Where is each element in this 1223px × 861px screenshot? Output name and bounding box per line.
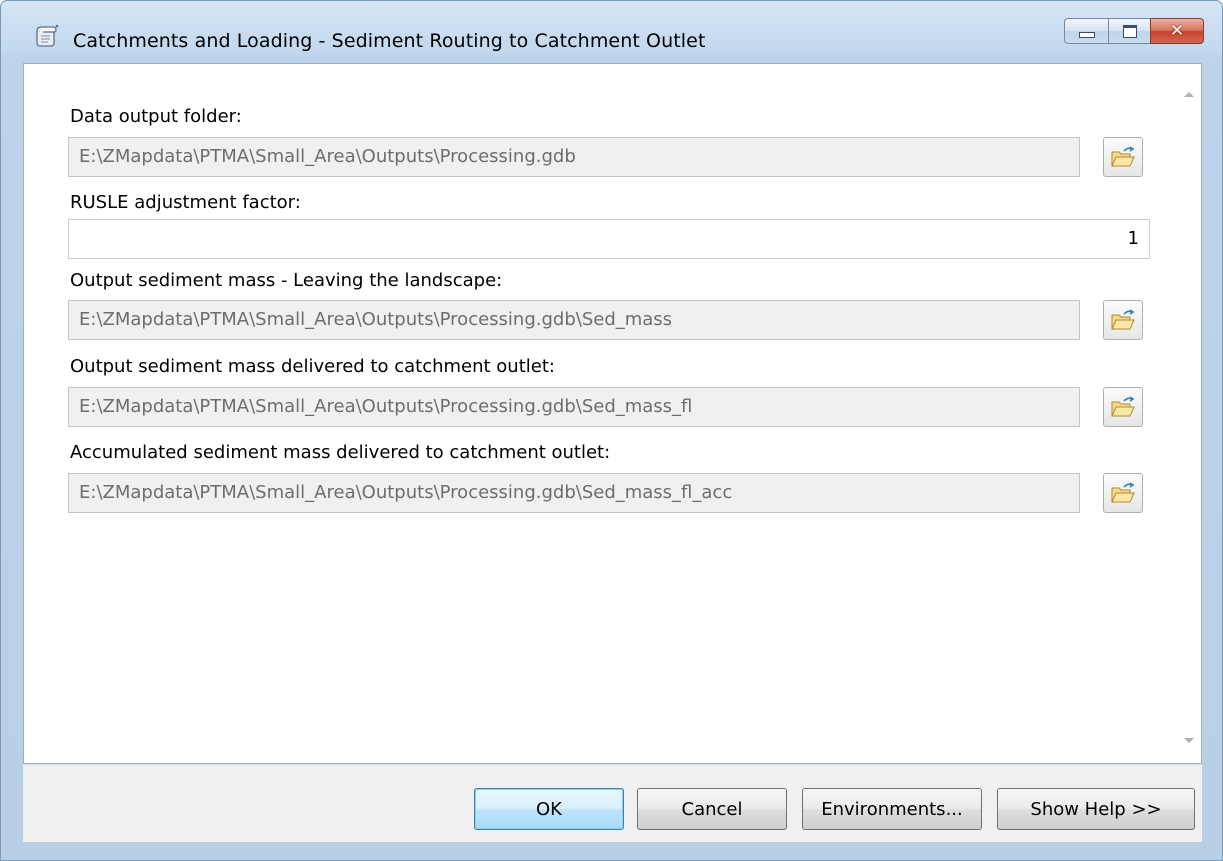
maximize-button[interactable]: [1108, 18, 1150, 44]
environments-button[interactable]: Environments...: [802, 788, 982, 830]
toolbox-script-icon: [36, 24, 59, 47]
open-folder-icon: [1111, 482, 1135, 503]
dialog-window: Catchments and Loading - Sediment Routin…: [0, 0, 1223, 861]
browse-button-data-output-folder[interactable]: [1103, 137, 1143, 177]
close-icon: ✕: [1169, 20, 1185, 41]
open-folder-icon: [1111, 146, 1135, 167]
scroll-down-arrow-icon[interactable]: [1184, 738, 1194, 743]
parameters-panel: Data output folder: E:\ZMapdata\PTMA\Sma…: [23, 63, 1202, 764]
minimize-button[interactable]: [1064, 18, 1108, 44]
caption-buttons: ✕: [1064, 18, 1204, 44]
output-sediment-mass-delivered-field[interactable]: E:\ZMapdata\PTMA\Small_Area\Outputs\Proc…: [68, 387, 1080, 427]
param-label-output-sediment-mass-leaving: Output sediment mass - Leaving the lands…: [70, 270, 503, 291]
minimize-icon: [1078, 32, 1095, 38]
open-folder-icon: [1111, 396, 1135, 417]
window-title: Catchments and Loading - Sediment Routin…: [73, 30, 706, 52]
cancel-button[interactable]: Cancel: [637, 788, 787, 830]
output-sediment-mass-leaving-field[interactable]: E:\ZMapdata\PTMA\Small_Area\Outputs\Proc…: [68, 300, 1080, 340]
dialog-button-bar: OK Cancel Environments... Show Help >>: [23, 764, 1202, 842]
param-label-data-output-folder: Data output folder:: [70, 106, 242, 127]
show-help-button[interactable]: Show Help >>: [997, 788, 1195, 830]
param-label-rusle-adjustment-factor: RUSLE adjustment factor:: [70, 192, 301, 213]
parameter-list: Data output folder: E:\ZMapdata\PTMA\Sma…: [24, 64, 1175, 763]
browse-button-output-sediment-mass-delivered[interactable]: [1103, 387, 1143, 427]
accumulated-sediment-mass-field[interactable]: E:\ZMapdata\PTMA\Small_Area\Outputs\Proc…: [68, 473, 1080, 513]
ok-button[interactable]: OK: [474, 788, 624, 830]
open-folder-icon: [1111, 309, 1135, 330]
scroll-up-arrow-icon[interactable]: [1184, 92, 1194, 97]
browse-button-accumulated-sediment-mass[interactable]: [1103, 473, 1143, 513]
param-label-accumulated-sediment-mass: Accumulated sediment mass delivered to c…: [70, 442, 611, 463]
close-button[interactable]: ✕: [1150, 18, 1204, 44]
title-bar[interactable]: Catchments and Loading - Sediment Routin…: [1, 1, 1222, 61]
param-label-output-sediment-mass-delivered: Output sediment mass delivered to catchm…: [70, 356, 555, 377]
vertical-scrollbar[interactable]: [1177, 64, 1201, 763]
data-output-folder-field[interactable]: E:\ZMapdata\PTMA\Small_Area\Outputs\Proc…: [68, 137, 1080, 177]
browse-button-output-sediment-mass-leaving[interactable]: [1103, 300, 1143, 340]
rusle-adjustment-factor-field[interactable]: 1: [68, 219, 1150, 259]
maximize-icon: [1122, 24, 1137, 38]
